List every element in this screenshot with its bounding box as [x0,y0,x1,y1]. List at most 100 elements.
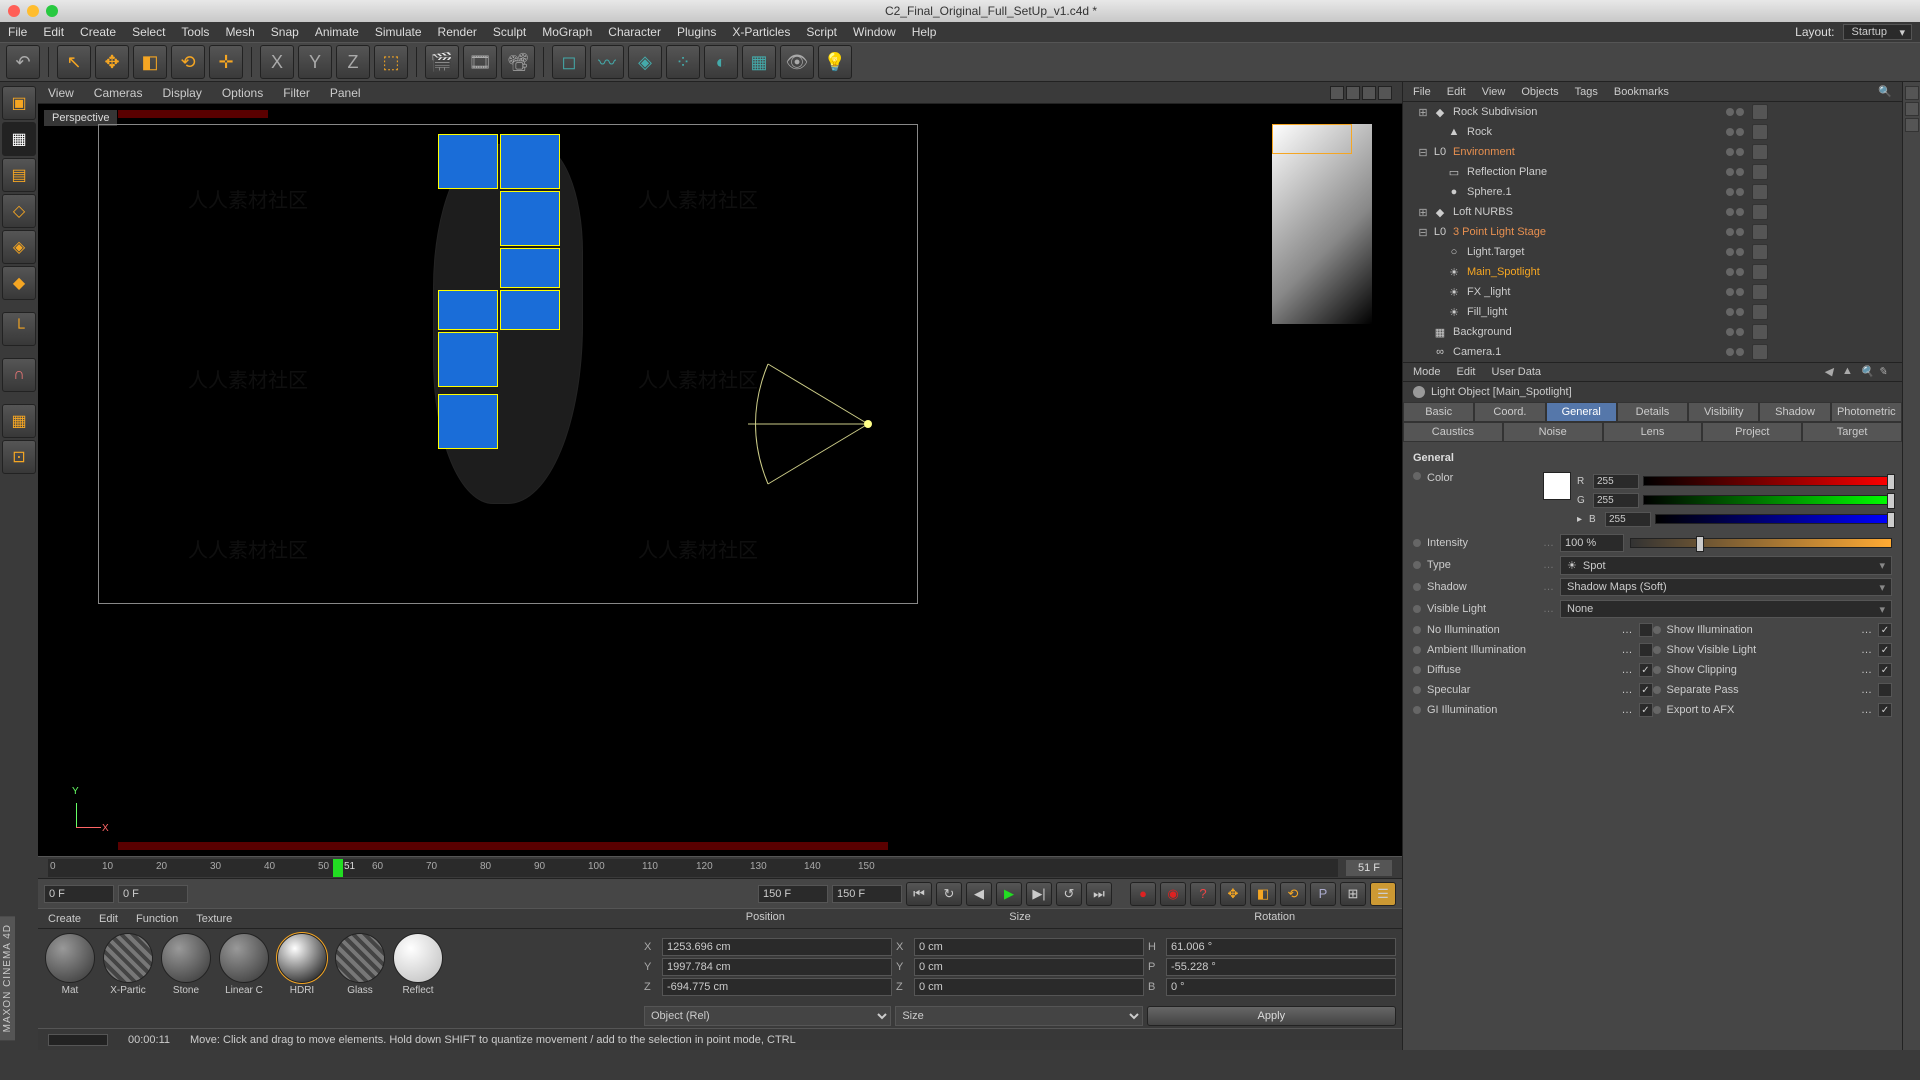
tag-icon[interactable] [1752,264,1768,280]
camera-button[interactable]: 👁 [780,45,814,79]
obj-menu-view[interactable]: View [1482,86,1506,98]
workplane-button[interactable]: ▦ [2,404,36,438]
object-row[interactable]: ⊟ L0 3 Point Light Stage [1403,222,1902,242]
visibility-dots[interactable] [1726,288,1744,296]
object-name[interactable]: Main_Spotlight [1465,266,1722,278]
material-item[interactable]: Stone [158,933,214,1024]
record-button[interactable]: ● [1130,882,1156,906]
layout-dropdown[interactable]: Startup [1843,24,1912,40]
step-back-button[interactable]: ◀ [966,882,992,906]
visibility-dots[interactable] [1726,108,1744,116]
obj-menu-file[interactable]: File [1413,86,1431,98]
checkbox[interactable]: ✓ [1878,643,1892,657]
light-button[interactable]: 💡 [818,45,852,79]
checkbox[interactable]: ✓ [1639,703,1653,717]
object-name[interactable]: Sphere.1 [1465,186,1722,198]
menu-edit[interactable]: Edit [43,25,64,39]
scale-tool[interactable]: ◧ [133,45,167,79]
menu-xparticles[interactable]: X-Particles [732,25,790,39]
key-pos-button[interactable]: ✥ [1220,882,1246,906]
visibility-dots[interactable] [1726,128,1744,136]
color-r-slider[interactable] [1643,476,1892,486]
mat-menu-function[interactable]: Function [136,913,178,925]
object-row[interactable]: ∞ Camera.1 [1403,342,1902,362]
material-item[interactable]: Reflect [390,933,446,1024]
environment-button[interactable]: ▦ [742,45,776,79]
object-row[interactable]: ⊞ ◆ Rock Subdivision [1403,102,1902,122]
coord-apply-button[interactable]: Apply [1147,1006,1396,1026]
key-param-button[interactable]: P [1310,882,1336,906]
tag-icon[interactable] [1752,304,1768,320]
menu-select[interactable]: Select [132,25,165,39]
tag-icon[interactable] [1752,144,1768,160]
range-cur-field[interactable] [118,885,188,903]
object-name[interactable]: Rock Subdivision [1451,106,1722,118]
axis-x-toggle[interactable]: X [260,45,294,79]
viewmenu-cameras[interactable]: Cameras [94,86,143,100]
palette-icon[interactable] [1905,102,1919,116]
color-g-field[interactable] [1593,493,1639,508]
range-end1-field[interactable] [758,885,828,903]
timeline-track[interactable]: 0 10 20 30 40 50 51 60 70 80 90 100 110 … [48,859,1338,877]
palette-icon[interactable] [1905,118,1919,132]
viewmenu-filter[interactable]: Filter [283,86,310,100]
key-pla-button[interactable]: ⊞ [1340,882,1366,906]
object-name[interactable]: Loft NURBS [1451,206,1722,218]
goto-start-button[interactable]: ⏮ [906,882,932,906]
menu-file[interactable]: File [8,25,27,39]
color-g-slider[interactable] [1643,495,1892,505]
viewmenu-display[interactable]: Display [162,86,201,100]
visible-light-dropdown[interactable]: None [1560,600,1892,618]
color-b-slider[interactable] [1655,514,1892,524]
menu-plugins[interactable]: Plugins [677,25,716,39]
attr-tab[interactable]: Coord. [1474,402,1545,422]
position-field[interactable] [662,958,892,976]
shadow-dropdown[interactable]: Shadow Maps (Soft) [1560,578,1892,596]
visibility-dots[interactable] [1726,268,1744,276]
nurbs-button[interactable]: ◈ [628,45,662,79]
checkbox[interactable]: ✓ [1639,683,1653,697]
goto-end-button[interactable]: ⏭ [1086,882,1112,906]
tag-icon[interactable] [1752,164,1768,180]
object-row[interactable]: ☀ FX _light [1403,282,1902,302]
viewport-zoom-icon[interactable] [1346,86,1360,100]
coord-size-mode[interactable]: Size [895,1006,1142,1026]
visibility-dots[interactable] [1726,328,1744,336]
undo-button[interactable]: ↶ [6,45,40,79]
loop-button[interactable]: ↻ [936,882,962,906]
axis-z-toggle[interactable]: Z [336,45,370,79]
color-swatch[interactable] [1543,472,1571,500]
point-mode-button[interactable]: ◇ [2,194,36,228]
mat-menu-texture[interactable]: Texture [196,913,232,925]
tag-icon[interactable] [1752,104,1768,120]
dope-sheet-button[interactable]: ☰ [1370,882,1396,906]
attr-tab[interactable]: Target [1802,422,1902,442]
object-row[interactable]: ⊟ L0 Environment [1403,142,1902,162]
menu-window[interactable]: Window [853,25,896,39]
array-button[interactable]: ⁘ [666,45,700,79]
object-row[interactable]: ☀ Main_Spotlight [1403,262,1902,282]
render-view-button[interactable]: 🎬 [425,45,459,79]
menu-render[interactable]: Render [438,25,477,39]
tag-icon[interactable] [1752,324,1768,340]
attr-tab[interactable]: Caustics [1403,422,1503,442]
type-dropdown[interactable]: ☀Spot [1560,556,1892,575]
expand-icon[interactable]: ⊟ [1417,226,1429,239]
move-tool[interactable]: ✥ [95,45,129,79]
magnet-tool-button[interactable]: ∩ [2,358,36,392]
object-row[interactable]: ▲ Rock [1403,122,1902,142]
keyframe-help-button[interactable]: ? [1190,882,1216,906]
object-name[interactable]: Reflection Plane [1465,166,1722,178]
loop2-button[interactable]: ↺ [1056,882,1082,906]
mat-menu-edit[interactable]: Edit [99,913,118,925]
menu-script[interactable]: Script [806,25,837,39]
material-item[interactable]: Glass [332,933,388,1024]
menu-simulate[interactable]: Simulate [375,25,422,39]
object-name[interactable]: Rock [1465,126,1722,138]
timeline-cursor[interactable] [333,859,343,877]
snap-button[interactable]: ⊡ [2,440,36,474]
obj-menu-tags[interactable]: Tags [1575,86,1598,98]
object-name[interactable]: FX _light [1465,286,1722,298]
play-button[interactable]: ▶ [996,882,1022,906]
menu-character[interactable]: Character [608,25,661,39]
